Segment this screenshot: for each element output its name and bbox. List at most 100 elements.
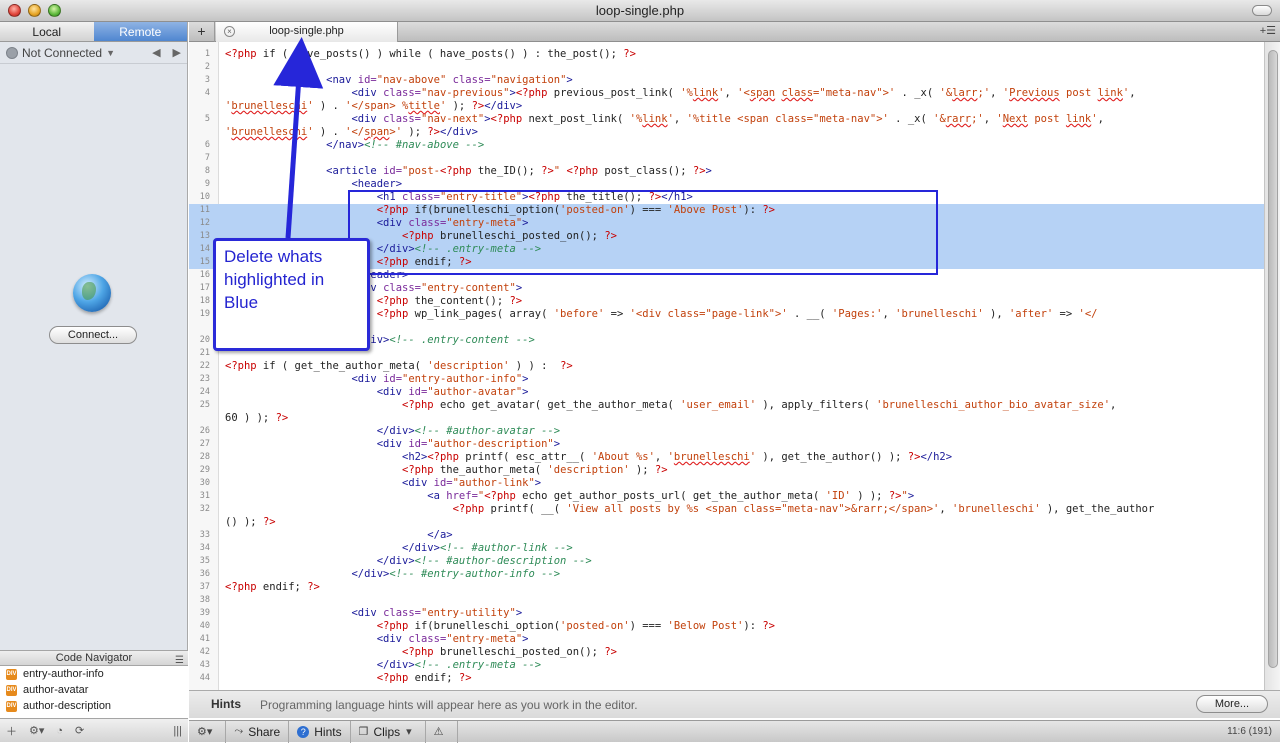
line-number: 44 (199, 673, 210, 683)
code-text: () ); ?> (225, 516, 276, 528)
warning-icon: ⚠ (433, 726, 444, 738)
new-tab-button[interactable]: + (189, 22, 215, 42)
code-line[interactable]: 30 <div id="author-link"> (189, 477, 1264, 490)
line-number: 34 (199, 543, 210, 553)
code-line[interactable]: 37 <?php endif; ?> (189, 581, 1264, 594)
zoom-window-button[interactable] (48, 4, 61, 17)
code-line[interactable]: () ); ?> (189, 516, 1264, 529)
line-number: 40 (199, 621, 210, 631)
vertical-scrollbar[interactable] (1264, 42, 1280, 690)
code-line[interactable]: 23 <div id="entry-author-info"> (189, 373, 1264, 386)
tab-list-icon[interactable]: +☰ (1260, 22, 1276, 41)
code-editor[interactable]: 1 <?php if ( have_posts() ) while ( have_… (189, 42, 1264, 690)
code-text: <?php endif; ?> (376, 672, 472, 684)
code-text: 'brunelleschi' ) . '</span>' ); ?></div> (225, 126, 478, 138)
minimize-window-button[interactable] (28, 4, 41, 17)
code-line[interactable]: 3 <nav id="nav-above" class="navigation"… (189, 74, 1264, 87)
code-line[interactable]: 31 <a href="<?php echo get_author_posts_… (189, 490, 1264, 503)
code-text: <div class="nav-previous"><?php previous… (351, 87, 1136, 99)
tab-file[interactable]: × loop-single.php (216, 22, 398, 42)
code-line[interactable]: 'brunelleschi' ) . '</span>' ); ?></div> (189, 126, 1264, 139)
toolbar-toggle-button[interactable] (1252, 5, 1272, 16)
tab-bar: + × loop-single.php +☰ (189, 22, 1280, 42)
code-line[interactable]: 26 </div><!-- #author-avatar --> (189, 425, 1264, 438)
line-number: 13 (199, 231, 210, 241)
code-line[interactable]: 36 </div><!-- #entry-author-info --> (189, 568, 1264, 581)
code-text: <div class="entry-meta"> (376, 633, 529, 645)
forward-arrow-icon[interactable]: ▶ (173, 46, 181, 59)
code-line[interactable]: 40 <?php if(brunelleschi_option('posted-… (189, 620, 1264, 633)
code-line[interactable]: 60 ) ); ?> (189, 412, 1264, 425)
code-line[interactable]: 35 </div><!-- #author-description --> (189, 555, 1264, 568)
line-number: 12 (199, 218, 210, 228)
clips-button[interactable]: ❐ Clips ▾ (351, 720, 426, 743)
list-item[interactable]: DIV author-description (0, 698, 188, 714)
connection-selector[interactable]: Not Connected ▼ ◀ ▶ (0, 42, 187, 64)
code-text: <?php if ( get_the_author_meta( 'descrip… (225, 360, 573, 372)
scrollbar-thumb[interactable] (1268, 50, 1278, 668)
code-line[interactable]: 38 (189, 594, 1264, 607)
rss-icon[interactable]: ◔ (56, 725, 63, 737)
list-item[interactable]: DIV entry-author-info (0, 666, 188, 682)
code-line[interactable]: 43 </div><!-- .entry-meta --> (189, 659, 1264, 672)
code-line[interactable]: 22 <?php if ( get_the_author_meta( 'descr… (189, 360, 1264, 373)
tab-file-label: loop-single.php (269, 25, 344, 37)
connect-button[interactable]: Connect... (49, 326, 137, 344)
close-tab-icon[interactable]: × (224, 26, 235, 37)
share-icon: ⤳ (234, 725, 244, 737)
code-line[interactable]: 44 <?php endif; ?> (189, 672, 1264, 685)
line-number: 27 (199, 439, 210, 449)
div-icon: DIV (6, 700, 17, 712)
code-line[interactable]: 7 (189, 152, 1264, 165)
warning-button[interactable]: ⚠ (426, 720, 458, 743)
tab-local[interactable]: Local (0, 22, 94, 41)
list-item[interactable]: DIV author-avatar (0, 682, 188, 698)
code-line[interactable]: 28 <h2><?php printf( esc_attr__( 'About … (189, 451, 1264, 464)
code-text: <?php echo get_avatar( get_the_author_me… (402, 399, 1117, 411)
line-number: 30 (199, 478, 210, 488)
gear-icon[interactable]: ⚙▾ (29, 724, 44, 737)
code-line[interactable]: 27 <div id="author-description"> (189, 438, 1264, 451)
code-line[interactable]: 4 <div class="nav-previous"><?php previo… (189, 87, 1264, 100)
chevron-down-icon: ▼ (106, 47, 115, 58)
share-button[interactable]: ⤳ Share (226, 720, 290, 743)
code-line[interactable]: 33 </a> (189, 529, 1264, 542)
code-line[interactable]: 1 <?php if ( have_posts() ) while ( have_… (189, 48, 1264, 61)
tab-remote[interactable]: Remote (93, 22, 187, 41)
line-number: 35 (199, 556, 210, 566)
code-line[interactable]: 29 <?php the_author_meta( 'description' … (189, 464, 1264, 477)
server-icon (6, 46, 18, 59)
code-line[interactable]: 5 <div class="nav-next"><?php next_post_… (189, 113, 1264, 126)
code-text: </div><!-- .entry-meta --> (376, 659, 542, 671)
code-line[interactable]: 25 <?php echo get_avatar( get_the_author… (189, 399, 1264, 412)
gear-menu-button[interactable]: ⚙▾ (189, 720, 227, 743)
plus-icon[interactable]: ＋ (6, 723, 17, 739)
code-text: 'brunelleschi' ) . '</span> %title' ); ?… (225, 100, 523, 112)
back-arrow-icon[interactable]: ◀ (152, 46, 160, 59)
line-number: 15 (199, 257, 210, 267)
line-number: 33 (199, 530, 210, 540)
code-line[interactable]: 41 <div class="entry-meta"> (189, 633, 1264, 646)
code-text: <div id="entry-author-info"> (351, 373, 529, 385)
code-text: <a href="<?php echo get_author_posts_url… (427, 490, 915, 502)
more-button[interactable]: More... (1196, 695, 1268, 713)
line-number: 31 (199, 491, 210, 501)
code-line[interactable]: 'brunelleschi' ) . '</span> %title' ); ?… (189, 100, 1264, 113)
resize-handle-icon[interactable]: ||| (173, 725, 182, 737)
code-text: 60 ) ); ?> (225, 412, 289, 424)
chevron-down-icon: ▾ (406, 726, 412, 738)
hints-button[interactable]: ? Hints (289, 720, 351, 743)
code-line[interactable]: 2 (189, 61, 1264, 74)
code-line[interactable]: 34 </div><!-- #author-link --> (189, 542, 1264, 555)
code-line[interactable]: 42 <?php brunelleschi_posted_on(); ?> (189, 646, 1264, 659)
code-text: </div><!-- #entry-author-info --> (351, 568, 561, 580)
code-line[interactable]: 32 <?php printf( __( 'View all posts by … (189, 503, 1264, 516)
code-text: <article id="post-<?php the_ID(); ?>" <?… (326, 165, 712, 177)
close-window-button[interactable] (8, 4, 21, 17)
line-number: 6 (204, 140, 210, 150)
code-line[interactable]: 6 </nav><!-- #nav-above --> (189, 139, 1264, 152)
code-line[interactable]: 39 <div class="entry-utility"> (189, 607, 1264, 620)
code-line[interactable]: 8 <article id="post-<?php the_ID(); ?>" … (189, 165, 1264, 178)
code-line[interactable]: 24 <div id="author-avatar"> (189, 386, 1264, 399)
sync-icon[interactable]: ⟳ (75, 724, 84, 737)
